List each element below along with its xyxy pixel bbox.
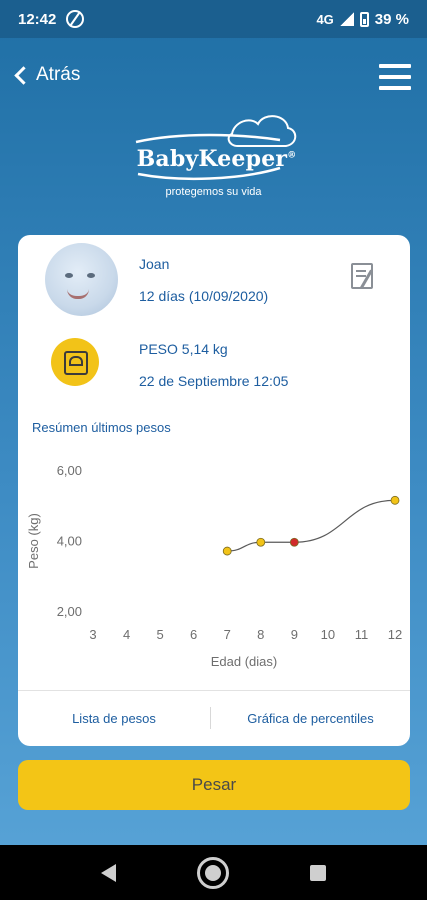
weigh-button-label: Pesar bbox=[191, 775, 237, 794]
x-tick-label: 12 bbox=[388, 627, 402, 642]
weight-chart: 2,00 4,00 6,00 3 4 5 6 7 8 9 10 11 12 Edad (dias) Peso… bbox=[26, 463, 402, 669]
y-tick-label: 4,00 bbox=[57, 534, 82, 549]
x-tick-label: 10 bbox=[321, 627, 335, 642]
data-point bbox=[289, 537, 299, 547]
nav-home-icon[interactable] bbox=[196, 856, 229, 889]
scale-icon bbox=[51, 338, 99, 386]
brand-logo: BabyKeeper® protegemos su vida bbox=[0, 104, 427, 204]
data-point bbox=[222, 546, 232, 556]
status-bar: 12:42 4G 39 % bbox=[0, 0, 427, 38]
x-tick-label: 11 bbox=[355, 627, 369, 642]
x-axis-label: Edad (dias) bbox=[211, 654, 277, 669]
y-tick-label: 2,00 bbox=[57, 604, 82, 619]
y-tick-label: 6,00 bbox=[57, 463, 82, 478]
data-point bbox=[256, 537, 266, 547]
x-tick-label: 9 bbox=[291, 627, 298, 642]
series-line bbox=[227, 499, 396, 552]
last-weight-date: 22 de Septiembre 12:05 bbox=[139, 373, 289, 389]
battery-percent: 39 % bbox=[374, 10, 409, 28]
status-indicators: 4G 39 % bbox=[316, 11, 409, 28]
brand-name: BabyKeeper® bbox=[136, 146, 297, 172]
battery-icon bbox=[359, 11, 369, 27]
baby-summary-card: Joan 12 días (10/09/2020) PESO 5,14 kg 2… bbox=[18, 235, 410, 746]
weigh-button[interactable]: Pesar bbox=[18, 760, 410, 810]
network-type: 4G bbox=[316, 11, 334, 27]
x-tick-label: 8 bbox=[257, 627, 264, 642]
data-saver-icon bbox=[66, 10, 85, 28]
x-tick-label: 5 bbox=[156, 627, 163, 642]
x-tick-label: 7 bbox=[224, 627, 231, 642]
chevron-left-icon bbox=[14, 65, 33, 85]
nav-recents-icon[interactable] bbox=[310, 864, 327, 881]
y-axis-label: Peso (kg) bbox=[26, 513, 41, 569]
divider bbox=[18, 690, 410, 691]
x-tick-label: 6 bbox=[190, 627, 197, 642]
back-button[interactable]: Atrás bbox=[12, 64, 80, 86]
hamburger-menu-icon[interactable] bbox=[379, 64, 411, 90]
brand-tagline: protegemos su vida bbox=[165, 186, 262, 198]
avatar bbox=[45, 243, 118, 316]
nav-back-icon[interactable] bbox=[100, 863, 116, 882]
x-tick-label: 3 bbox=[89, 627, 96, 642]
chart-section-title: Resúmen últimos pesos bbox=[32, 420, 171, 435]
percentile-chart-link[interactable]: Gráfica de percentiles bbox=[211, 711, 410, 726]
baby-name: Joan bbox=[139, 256, 170, 272]
data-point bbox=[390, 495, 400, 505]
signal-icon bbox=[339, 12, 354, 26]
system-nav-bar bbox=[0, 845, 427, 900]
weight-list-link[interactable]: Lista de pesos bbox=[18, 711, 210, 726]
status-time: 12:42 bbox=[18, 10, 57, 28]
last-weight: PESO 5,14 kg bbox=[139, 341, 228, 357]
x-tick-label: 4 bbox=[123, 627, 130, 642]
edit-icon[interactable] bbox=[351, 263, 373, 289]
back-label: Atrás bbox=[36, 64, 81, 85]
baby-age: 12 días (10/09/2020) bbox=[139, 288, 269, 304]
cloud-logo-icon bbox=[135, 115, 297, 181]
